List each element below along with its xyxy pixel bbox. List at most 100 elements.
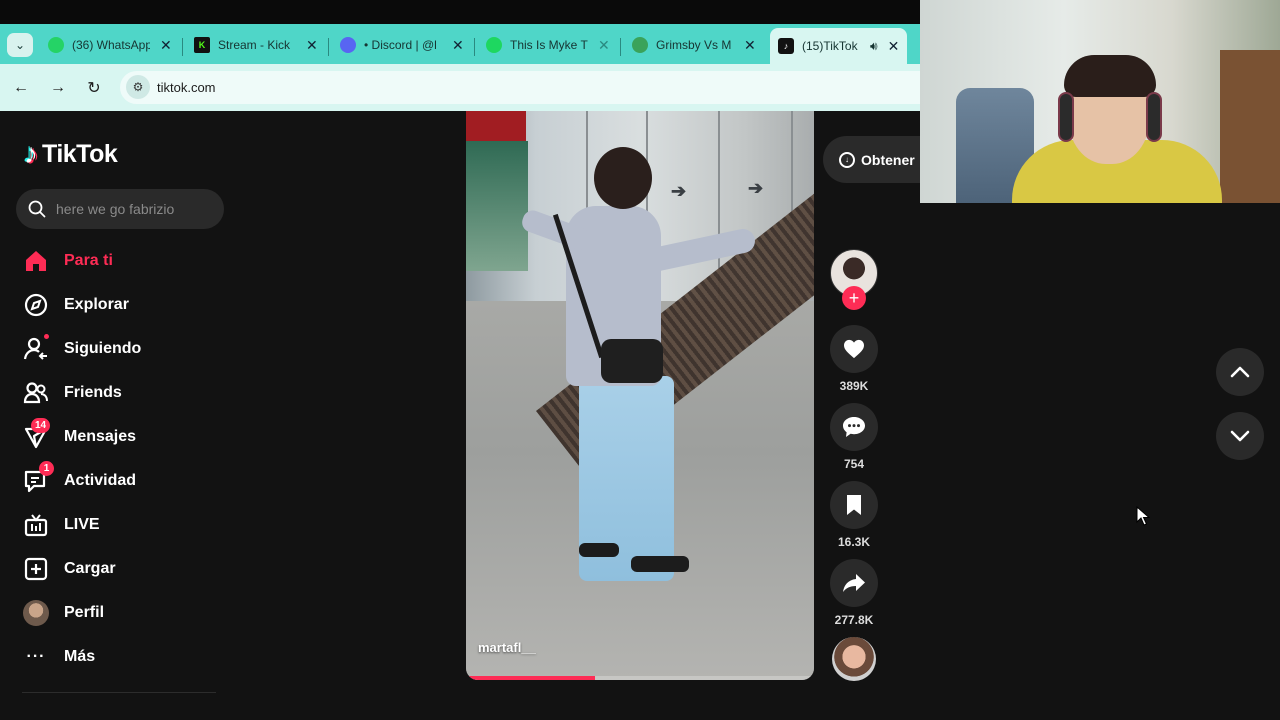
tab-separator <box>474 38 475 56</box>
site-settings-icon[interactable]: ⚙ <box>126 75 150 99</box>
tiktok-logo[interactable]: ♪ TikTok <box>24 138 118 170</box>
like-button[interactable] <box>830 325 878 373</box>
football-icon <box>632 37 648 53</box>
following-icon <box>22 334 50 363</box>
comment-icon <box>843 417 865 437</box>
video-person-head <box>594 147 652 209</box>
sidebar-item-mensajes[interactable]: 14 Mensajes <box>22 418 222 452</box>
headphones-icon <box>1058 92 1074 142</box>
tab-separator <box>182 38 183 56</box>
sidebar-item-explorar[interactable]: Explorar <box>22 290 222 320</box>
upload-icon <box>22 555 50 583</box>
heart-icon <box>844 339 864 359</box>
close-icon[interactable]: ✕ <box>598 37 610 54</box>
previous-video-button[interactable] <box>1216 348 1264 396</box>
discord-icon <box>340 37 356 53</box>
tiktok-note-icon: ♪ <box>24 138 38 169</box>
sidebar-item-label: Mensajes <box>64 428 137 445</box>
sidebar-item-live[interactable]: LIVE <box>22 510 222 540</box>
tab-title: • Discord | @l <box>364 38 437 52</box>
tab-title: Grimsby Vs M <box>656 38 732 52</box>
close-icon[interactable]: ✕ <box>306 37 318 54</box>
activity-icon: 1 <box>22 461 54 495</box>
forward-icon[interactable]: → <box>46 76 70 100</box>
tab-title: Stream - Kick <box>218 38 291 52</box>
tab-search-dropdown[interactable]: ⌄ <box>7 33 33 57</box>
bookmark-icon <box>847 495 861 515</box>
video-scene-red-panel <box>466 111 526 145</box>
whatsapp-icon <box>48 37 64 53</box>
sidebar-item-mas[interactable]: ··· Más <box>22 642 222 672</box>
get-app-label: Obtener <box>861 151 915 168</box>
comment-count: 754 <box>843 457 865 471</box>
close-icon[interactable]: ✕ <box>744 37 756 54</box>
close-icon[interactable]: ✕ <box>452 37 464 54</box>
chevron-down-icon: ⌄ <box>14 38 26 52</box>
video-player[interactable]: ➔ ➔ martafl__ <box>466 111 814 680</box>
more-icon: ··· <box>26 648 46 665</box>
video-progress-fill <box>466 676 595 680</box>
tab-discord[interactable]: • Discord | @l ✕ <box>340 30 464 60</box>
sidebar-item-para-ti[interactable]: Para ti <box>22 246 222 276</box>
search-input[interactable]: here we go fabrizio <box>16 189 224 229</box>
share-icon <box>843 574 865 592</box>
video-person-shoe <box>631 556 689 572</box>
speaker-icon[interactable]: 🔊︎ <box>870 39 878 54</box>
webcam-person-hair <box>1064 55 1156 97</box>
video-person-bag <box>601 339 663 383</box>
profile-avatar <box>22 599 50 627</box>
new-dot <box>44 334 49 339</box>
sidebar-item-cargar[interactable]: Cargar <box>22 554 222 584</box>
arrow-sign-icon: ➔ <box>748 178 764 198</box>
sidebar-item-label: Más <box>64 648 96 665</box>
like-count: 389K <box>839 379 869 393</box>
tab-whatsapp[interactable]: (36) WhatsApp ✕ <box>48 30 172 60</box>
tab-title: (15)TikTok <box>802 39 858 53</box>
messages-badge: 14 <box>31 418 51 433</box>
sidebar-item-siguiendo[interactable]: Siguiendo <box>22 334 222 364</box>
tab-grimsby[interactable]: Grimsby Vs M ✕ <box>632 30 756 60</box>
sound-avatar[interactable] <box>832 637 876 681</box>
kick-icon: K <box>194 37 210 53</box>
share-count: 277.8K <box>834 613 874 627</box>
webcam-overlay <box>920 0 1280 203</box>
video-author[interactable]: martafl__ <box>478 640 536 655</box>
sidebar-item-friends[interactable]: Friends <box>22 378 222 408</box>
video-scene-window <box>466 141 528 271</box>
get-app-button[interactable]: ↓ Obtener <box>823 136 933 183</box>
close-icon[interactable]: ✕ <box>888 38 900 55</box>
next-video-button[interactable] <box>1216 412 1264 460</box>
video-person-shoe <box>579 543 619 557</box>
sidebar-item-label: Actividad <box>64 472 137 489</box>
tab-tiktok[interactable]: ♪ (15)TikTok 🔊︎ ✕ <box>770 28 908 64</box>
webcam-shelf <box>1220 50 1280 203</box>
friends-icon <box>22 379 50 407</box>
video-progress-bar[interactable] <box>466 676 814 680</box>
save-button[interactable] <box>830 481 878 529</box>
tab-separator <box>328 38 329 56</box>
sidebar-item-label: Explorar <box>64 296 129 313</box>
follow-plus-icon[interactable]: + <box>842 286 866 310</box>
url-field[interactable]: ⚙ tiktok.com <box>120 71 920 104</box>
search-placeholder: here we go fabrizio <box>56 201 175 217</box>
back-icon[interactable]: ← <box>9 76 33 100</box>
share-button[interactable] <box>830 559 878 607</box>
live-icon <box>22 511 50 539</box>
sidebar-item-label: Friends <box>64 384 122 401</box>
tab-kick[interactable]: K Stream - Kick ✕ <box>194 30 318 60</box>
sidebar-item-perfil[interactable]: Perfil <box>22 598 222 628</box>
activity-badge: 1 <box>39 461 54 476</box>
sidebar-item-label: LIVE <box>64 516 100 533</box>
comment-button[interactable] <box>830 403 878 451</box>
sidebar-item-actividad[interactable]: 1 Actividad <box>22 461 222 496</box>
download-icon: ↓ <box>839 151 855 168</box>
tab-spotify[interactable]: This Is Myke T ✕ <box>486 30 610 60</box>
headphones-icon <box>1146 92 1162 142</box>
logo-text: TikTok <box>42 139 118 168</box>
arrow-sign-icon: ➔ <box>671 181 687 201</box>
spotify-icon <box>486 37 502 53</box>
sidebar-item-label: Perfil <box>64 604 105 621</box>
close-icon[interactable]: ✕ <box>160 37 172 54</box>
compass-icon <box>22 291 50 319</box>
reload-icon[interactable]: ↻ <box>82 76 106 100</box>
